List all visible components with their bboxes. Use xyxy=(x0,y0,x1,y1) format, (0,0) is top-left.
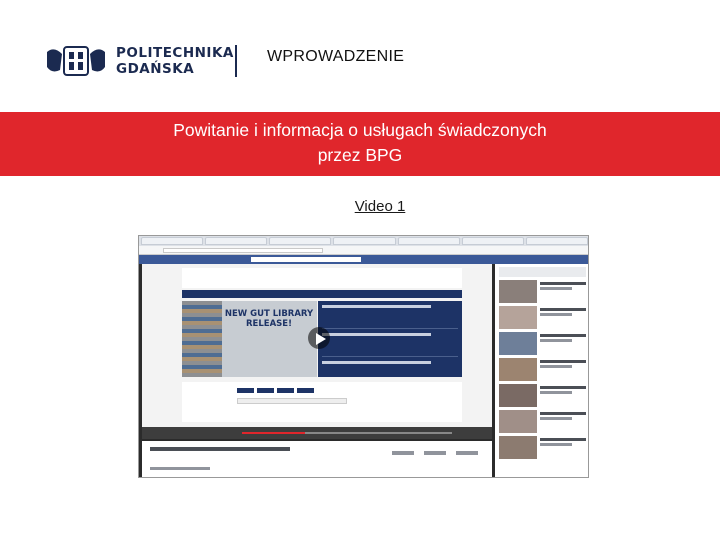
browser-address-bar xyxy=(139,246,588,255)
play-icon xyxy=(316,333,326,345)
video-progress-bar[interactable] xyxy=(242,432,452,434)
section-title: WPROWADZENIE xyxy=(267,48,405,65)
banner-title: NEW GUT LIBRARY RELEASE! xyxy=(224,309,314,329)
logo-line1: POLITECHNIKA xyxy=(116,45,234,61)
university-logo: POLITECHNIKA GDAŃSKA xyxy=(44,44,234,78)
facebook-topbar xyxy=(139,255,588,264)
band-title-line1: Powitanie i informacja o usługach świadc… xyxy=(173,120,547,140)
library-search-box xyxy=(182,382,462,422)
header-divider xyxy=(235,45,237,77)
browser-tabbar xyxy=(139,236,588,246)
library-banner: NEW GUT LIBRARY RELEASE! xyxy=(182,301,317,377)
logo-wordmark: POLITECHNIKA GDAŃSKA xyxy=(116,45,234,77)
facebook-sidebar xyxy=(495,264,588,477)
logo-line2: GDAŃSKA xyxy=(116,61,195,77)
crest-icon xyxy=(47,46,105,76)
library-news-panel xyxy=(318,301,462,385)
video-player[interactable]: NEW GUT LIBRARY RELEASE! xyxy=(142,264,492,439)
title-band: Powitanie i informacja o usługach świadc… xyxy=(0,112,720,176)
library-site-header xyxy=(182,268,462,288)
slide: POLITECHNIKA GDAŃSKA WPROWADZENIE Powita… xyxy=(0,0,720,540)
video-controls[interactable] xyxy=(142,427,492,439)
band-title-line2: przez BPG xyxy=(317,145,403,165)
library-site-nav xyxy=(182,290,462,298)
video-screenshot[interactable]: NEW GUT LIBRARY RELEASE! xyxy=(138,235,589,478)
video-link[interactable]: Video 1 xyxy=(0,198,720,215)
video-post-footer xyxy=(142,441,492,477)
